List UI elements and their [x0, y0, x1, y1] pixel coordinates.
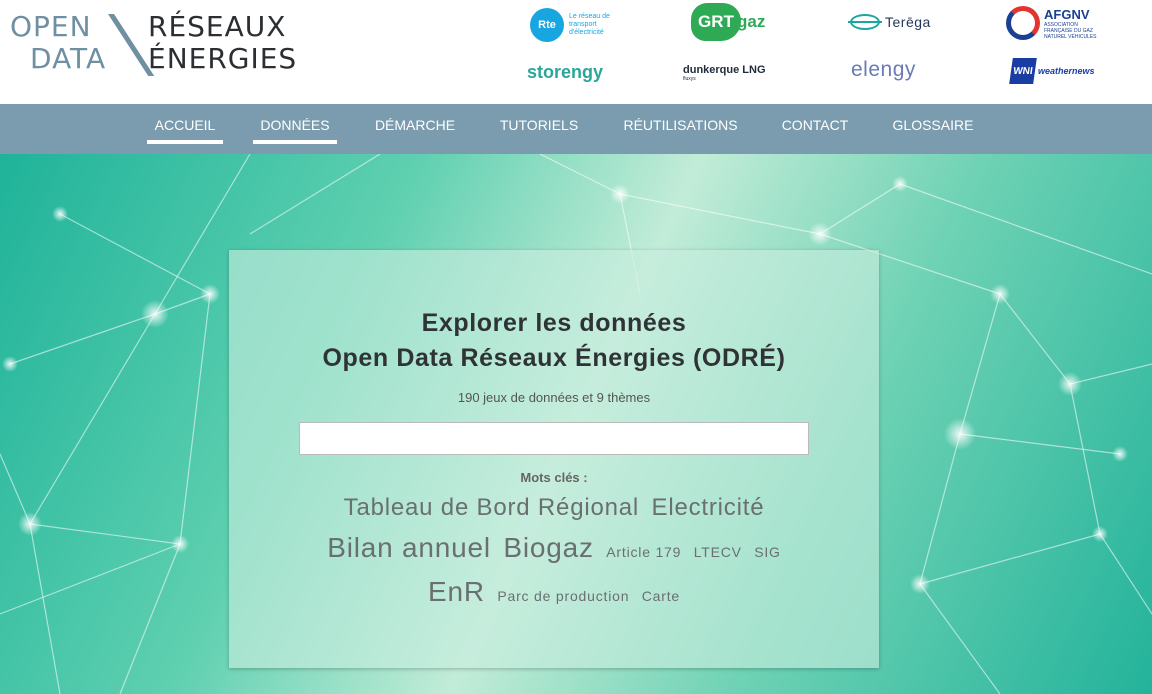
keyword-enr[interactable]: EnR: [428, 576, 485, 608]
keyword-ltecv[interactable]: LTECV: [694, 544, 742, 560]
dataset-count: 190 jeux de données et 9 thèmes: [457, 390, 651, 405]
partner-logo-weathernews[interactable]: WNI weathernews: [1009, 58, 1095, 84]
rte-mark: Rte: [530, 8, 564, 42]
nav-item-contact[interactable]: CONTACT: [777, 104, 853, 154]
afgnv-name: AFGNV: [1044, 6, 1090, 22]
dunkerque-name: dunkerque LNG: [683, 64, 766, 76]
partner-logo-terega[interactable]: Terēga: [848, 14, 931, 30]
page-title: Explorer les données Open Data Réseaux É…: [229, 306, 879, 376]
keyword-cloud-row-1: Tableau de Bord Régional Electricité: [229, 494, 879, 522]
site-header: OPEN DATA RÉSEAUX ÉNERGIES Rte Le réseau…: [0, 0, 1152, 104]
partner-logo-rte[interactable]: Rte Le réseau de transport d'électricité: [530, 8, 621, 42]
logo-word-data: DATA: [30, 42, 107, 75]
dunkerque-tagline: fluxys: [683, 76, 696, 82]
nav-item-demarche[interactable]: DÉMARCHE: [369, 104, 461, 154]
wni-mark: WNI: [1009, 58, 1037, 84]
keyword-cloud-row-3: EnR Parc de production Carte: [229, 576, 879, 608]
explore-card: Explorer les données Open Data Réseaux É…: [229, 250, 879, 668]
keyword-electricite[interactable]: Electricité: [652, 494, 765, 522]
partner-logo-grtgaz[interactable]: GRT gaz: [691, 3, 765, 41]
nav-item-tutoriels[interactable]: TUTORIELS: [495, 104, 583, 154]
rte-tagline: Le réseau de transport d'électricité: [569, 13, 610, 36]
logo-word-reseaux: RÉSEAUX: [148, 10, 287, 43]
title-line-2: Open Data Réseaux Énergies (ODRÉ): [322, 344, 786, 372]
elengy-name: elengy: [851, 58, 916, 81]
afgnv-tagline: ASSOCIATION FRANÇAISE DU GAZ NATUREL VÉH…: [1044, 21, 1097, 40]
keyword-tableau-de-bord-regional[interactable]: Tableau de Bord Régional: [344, 494, 639, 522]
hero-banner: Explorer les données Open Data Réseaux É…: [0, 154, 1152, 694]
partner-logo-elengy[interactable]: elengy: [851, 58, 916, 82]
keyword-sig[interactable]: SIG: [754, 544, 781, 560]
site-logo[interactable]: OPEN DATA RÉSEAUX ÉNERGIES: [10, 10, 310, 76]
keyword-biogaz[interactable]: Biogaz: [503, 532, 593, 564]
partner-logo-storengy[interactable]: storengy: [527, 62, 603, 83]
main-nav: ACCUEIL DONNÉES DÉMARCHE TUTORIELS RÉUTI…: [0, 104, 1152, 154]
keyword-carte[interactable]: Carte: [642, 588, 680, 604]
nav-item-reutilisations[interactable]: RÉUTILISATIONS: [618, 104, 743, 154]
nav-item-accueil[interactable]: ACCUEIL: [147, 104, 223, 154]
keyword-article-179[interactable]: Article 179: [606, 544, 681, 560]
partner-logo-dunkerque-lng[interactable]: dunkerque LNG fluxys: [683, 64, 766, 82]
keywords-label: Mots clés :: [520, 470, 588, 485]
keyword-bilan-annuel[interactable]: Bilan annuel: [327, 532, 491, 564]
terega-name: Terēga: [885, 14, 931, 30]
storengy-name: storengy: [527, 62, 604, 82]
logo-word-open: OPEN: [10, 10, 92, 43]
grtgaz-mark: GRT: [691, 3, 741, 41]
nav-item-donnees[interactable]: DONNÉES: [253, 104, 337, 154]
afgnv-ring-icon: [1006, 6, 1040, 40]
logo-word-energies: ÉNERGIES: [148, 42, 298, 75]
weathernews-name: weathernews: [1038, 66, 1095, 76]
search-input[interactable]: [299, 422, 809, 455]
keyword-cloud-row-2: Bilan annuel Biogaz Article 179 LTECV SI…: [229, 532, 879, 564]
title-line-1: Explorer les données: [421, 309, 687, 337]
partner-logo-afgnv[interactable]: AFGNV ASSOCIATION FRANÇAISE DU GAZ NATUR…: [1006, 6, 1106, 40]
nav-item-glossaire[interactable]: GLOSSAIRE: [887, 104, 979, 154]
keyword-parc-de-production[interactable]: Parc de production: [497, 588, 629, 604]
terega-icon: [848, 14, 882, 30]
grtgaz-suffix: gaz: [737, 12, 766, 31]
